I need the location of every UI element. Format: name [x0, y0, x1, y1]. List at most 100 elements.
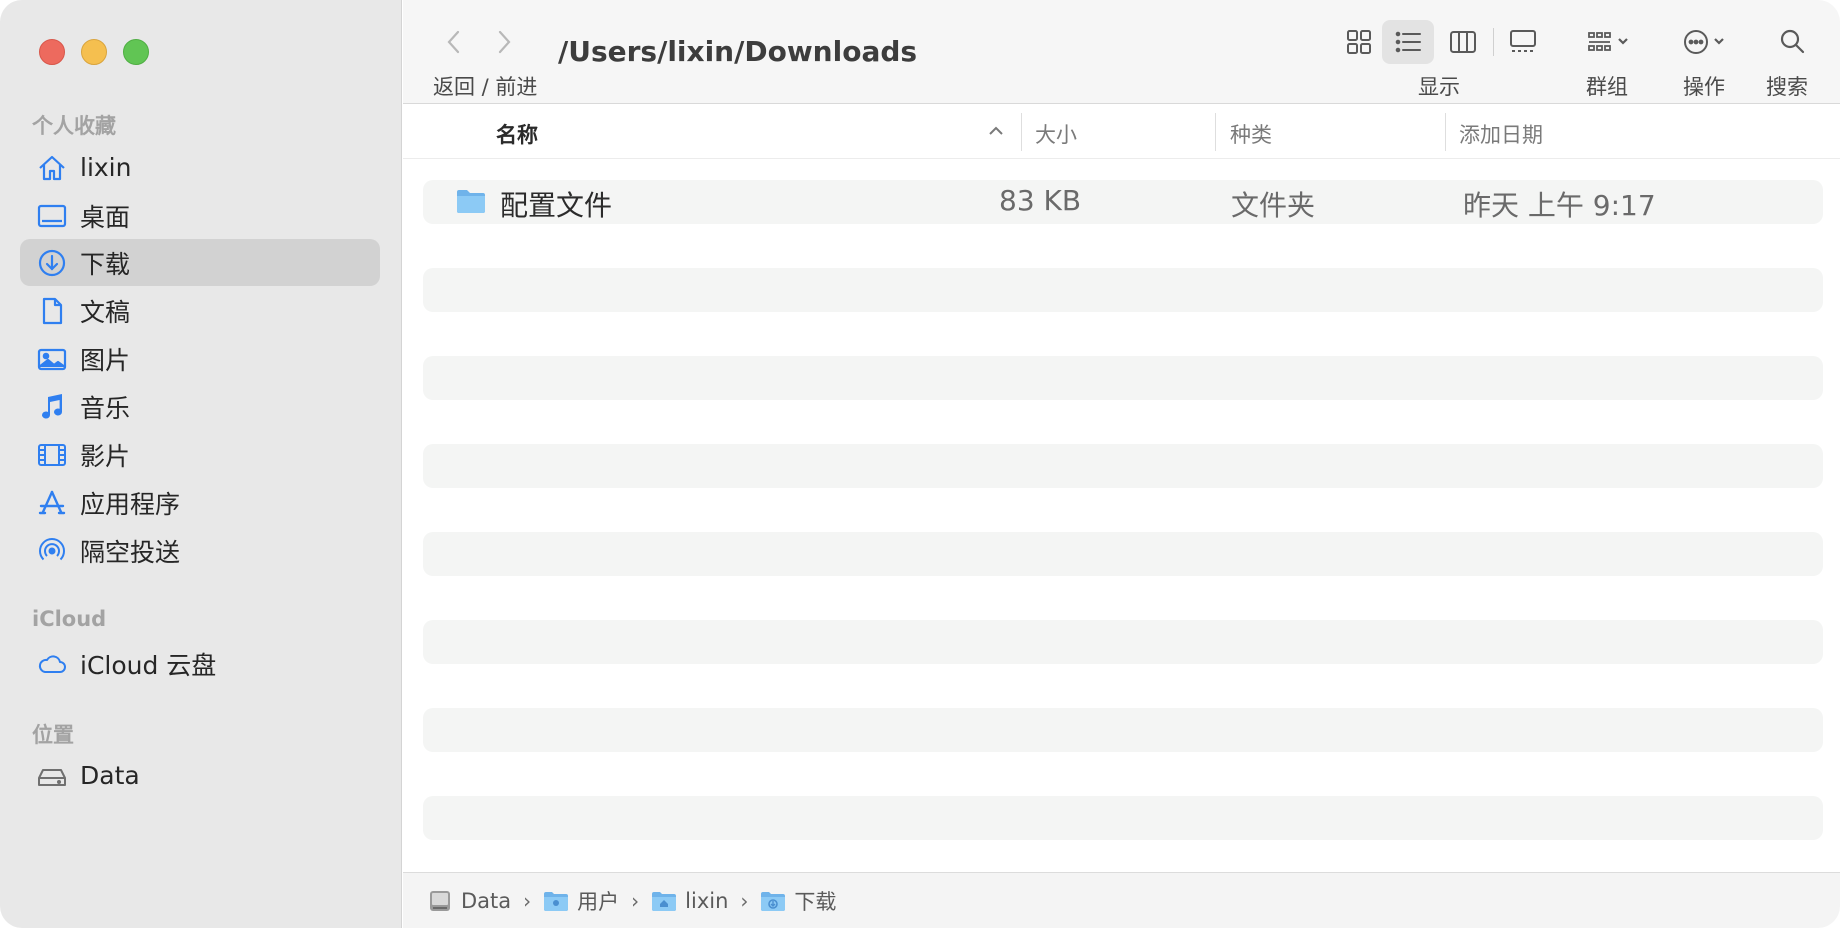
columns-icon [1450, 31, 1476, 53]
empty-row [423, 796, 1823, 840]
action-button[interactable] [1674, 20, 1736, 64]
search-button[interactable] [1770, 20, 1814, 64]
sidebar-item-label: 图片 [80, 345, 131, 375]
path-crumb-users[interactable]: 用户 [543, 886, 619, 916]
column-kind[interactable]: 种类 [1230, 119, 1272, 149]
sidebar-item-label: 桌面 [80, 202, 131, 232]
sidebar-item-label: 下载 [80, 249, 131, 279]
file-name: 配置文件 [500, 189, 613, 222]
chevron-left-icon [447, 30, 460, 54]
column-divider[interactable] [1021, 113, 1022, 151]
path-crumb-lixin[interactable]: lixin [651, 889, 728, 913]
sidebar-item-icloud-drive[interactable]: iCloud 云盘 [20, 640, 380, 687]
column-divider[interactable] [1445, 113, 1446, 151]
window-title: /Users/lixin/Downloads [558, 35, 918, 68]
path-crumb-label: Data [461, 888, 512, 913]
folder-icon [544, 891, 569, 911]
sidebar-item-pictures[interactable]: 图片 [20, 335, 380, 382]
column-size[interactable]: 大小 [1035, 119, 1077, 149]
path-crumb-downloads[interactable]: 下载 [760, 886, 836, 916]
path-crumb-label: 用户 [577, 889, 620, 914]
sidebar-item-desktop[interactable]: 桌面 [20, 192, 380, 239]
sidebar: 个人收藏 lixin 桌面 下载 文稿 图片 音乐 影片 应用程序 隔空投送 i… [0, 0, 402, 928]
empty-row [423, 268, 1823, 312]
sidebar-section-locations: 位置 [32, 723, 74, 747]
sidebar-item-music[interactable]: 音乐 [20, 383, 380, 430]
column-header: 名称 大小 种类 添加日期 [403, 105, 1840, 159]
close-button[interactable] [39, 39, 65, 65]
sidebar-item-documents[interactable]: 文稿 [20, 287, 380, 334]
sidebar-item-label: 文稿 [80, 297, 131, 327]
sidebar-item-applications[interactable]: 应用程序 [20, 479, 380, 526]
file-size: 83 KB [999, 184, 1082, 217]
sidebar-item-data[interactable]: Data [20, 752, 380, 799]
downloads-folder-icon [761, 891, 786, 911]
document-icon [36, 295, 68, 327]
home-icon [36, 152, 68, 184]
window-controls [39, 39, 149, 65]
file-row[interactable]: 配置文件 83 KB 文件夹 昨天 上午 9:17 [423, 180, 1823, 224]
column-date-added[interactable]: 添加日期 [1459, 119, 1543, 149]
drive-icon [36, 760, 68, 792]
minimize-button[interactable] [81, 39, 107, 65]
home-folder-icon [652, 891, 677, 911]
app-store-icon [36, 487, 68, 519]
view-caption: 显示 [1418, 75, 1460, 99]
empty-row [423, 708, 1823, 752]
column-name[interactable]: 名称 [496, 119, 538, 149]
toolbar: 返回 / 前进 /Users/lixin/Downloads 显示 群组 操作 … [403, 0, 1840, 104]
sort-ascending-icon[interactable] [986, 121, 1006, 141]
sidebar-section-icloud: iCloud [32, 607, 107, 631]
airdrop-icon [36, 535, 68, 567]
sidebar-item-label: 音乐 [80, 393, 131, 423]
sidebar-item-airdrop[interactable]: 隔空投送 [20, 527, 380, 574]
icon-view-button[interactable] [1335, 20, 1383, 64]
grid-icon [1347, 30, 1371, 54]
toolbar-divider [1493, 28, 1494, 56]
forward-button[interactable] [489, 24, 519, 60]
download-icon [36, 247, 68, 279]
list-view-button[interactable] [1382, 20, 1434, 64]
group-button[interactable] [1578, 20, 1640, 64]
empty-row [423, 620, 1823, 664]
more-icon [1684, 30, 1724, 54]
cloud-icon [36, 648, 68, 680]
group-icon [1588, 32, 1628, 51]
column-view-button[interactable] [1439, 20, 1487, 64]
sidebar-section-favorites: 个人收藏 [32, 114, 116, 138]
empty-row [423, 356, 1823, 400]
sidebar-item-home[interactable]: lixin [20, 144, 380, 191]
sidebar-item-label: 隔空投送 [80, 537, 181, 567]
sidebar-item-label: 应用程序 [80, 489, 181, 519]
chevron-right-icon [498, 30, 511, 54]
back-button[interactable] [439, 24, 469, 60]
sidebar-item-label: iCloud 云盘 [80, 650, 217, 680]
sidebar-item-label: 影片 [80, 441, 131, 471]
chevron-right-icon: › [631, 888, 640, 913]
music-icon [36, 391, 68, 423]
path-crumb-data[interactable]: Data [427, 889, 511, 913]
maximize-button[interactable] [123, 39, 149, 65]
gallery-view-button[interactable] [1499, 20, 1547, 64]
chevron-right-icon: › [740, 888, 749, 913]
search-caption: 搜索 [1766, 75, 1808, 99]
sidebar-item-movies[interactable]: 影片 [20, 431, 380, 478]
action-caption: 操作 [1683, 75, 1725, 99]
sidebar-item-label: Data [80, 761, 140, 790]
finder-window: 个人收藏 lixin 桌面 下载 文稿 图片 音乐 影片 应用程序 隔空投送 i… [0, 0, 1840, 928]
drive-icon [430, 890, 450, 911]
file-kind: 文件夹 [1231, 189, 1316, 222]
folder-icon [457, 190, 485, 213]
search-icon [1780, 29, 1805, 54]
column-divider[interactable] [1215, 113, 1216, 151]
film-icon [36, 439, 68, 471]
gallery-icon [1510, 30, 1536, 52]
file-date-added: 昨天 上午 9:17 [1463, 189, 1656, 222]
nav-caption: 返回 / 前进 [433, 75, 538, 99]
path-crumb-label: 下载 [794, 889, 837, 914]
sidebar-item-downloads[interactable]: 下载 [20, 239, 380, 286]
main-pane: 返回 / 前进 /Users/lixin/Downloads 显示 群组 操作 … [403, 0, 1840, 928]
desktop-icon [36, 200, 68, 232]
group-caption: 群组 [1586, 75, 1628, 99]
sidebar-item-label: lixin [80, 153, 132, 182]
